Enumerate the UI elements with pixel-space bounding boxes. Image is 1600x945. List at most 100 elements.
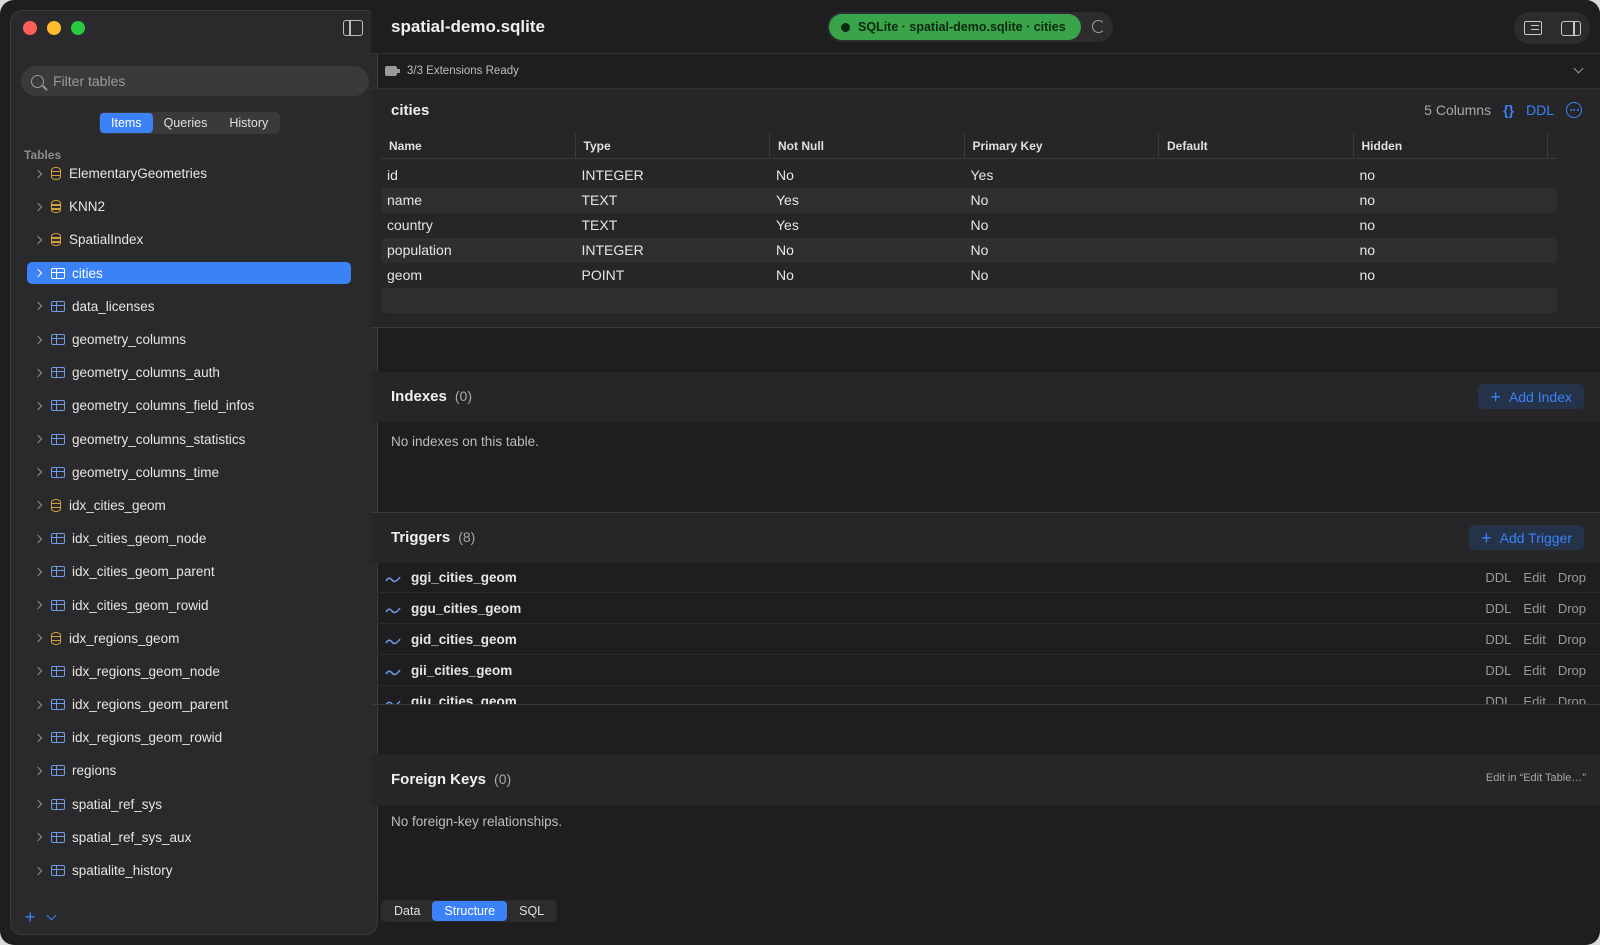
- sidebar-item-spatialite-history[interactable]: spatialite_history: [27, 854, 351, 887]
- sidebar-item-cities[interactable]: cities: [27, 257, 351, 290]
- sidebar-item-idx-regions-geom[interactable]: idx_regions_geom: [27, 622, 351, 655]
- chevron-down-icon[interactable]: [1573, 63, 1584, 74]
- connection-status-pill[interactable]: SQLite · spatial-demo.sqlite · cities: [829, 14, 1081, 40]
- sidebar-item-idx-regions-geom-node[interactable]: idx_regions_geom_node: [27, 655, 351, 688]
- zoom-window-button[interactable]: [71, 21, 85, 35]
- table-row[interactable]: name TEXT Yes No no: [381, 188, 1557, 213]
- trigger-row[interactable]: gid_cities_geom DDL Edit Drop: [371, 624, 1600, 655]
- sidebar-item-idx-cities-geom-node[interactable]: idx_cities_geom_node: [27, 522, 351, 555]
- add-icon[interactable]: +: [25, 908, 36, 926]
- tab-history[interactable]: History: [218, 113, 279, 133]
- drop-button[interactable]: Drop: [1558, 570, 1586, 585]
- sidebar-toggle-icon[interactable]: [343, 20, 363, 36]
- column-header-name[interactable]: Name: [381, 133, 576, 158]
- ddl-button[interactable]: DDL: [1485, 632, 1511, 647]
- tab-structure[interactable]: Structure: [432, 901, 508, 921]
- chevron-right-icon[interactable]: [33, 401, 43, 411]
- empty-add-row[interactable]: [381, 288, 1557, 313]
- sidebar-item-idx-regions-geom-parent[interactable]: idx_regions_geom_parent: [27, 688, 351, 721]
- table-row[interactable]: geom POINT No No no: [381, 263, 1557, 288]
- add-index-button[interactable]: + Add Index: [1478, 384, 1584, 409]
- chevron-right-icon[interactable]: [33, 766, 43, 776]
- json-braces-icon[interactable]: {}: [1503, 102, 1514, 118]
- sidebar-item-data-licenses[interactable]: data_licenses: [27, 290, 351, 323]
- trigger-row[interactable]: giu_cities_geom DDL Edit Drop: [371, 686, 1600, 704]
- filter-tables-input[interactable]: [53, 73, 343, 89]
- chevron-right-icon[interactable]: [33, 633, 43, 643]
- sidebar-item-idx-regions-geom-rowid[interactable]: idx_regions_geom_rowid: [27, 721, 351, 754]
- chevron-right-icon[interactable]: [33, 335, 43, 344]
- chevron-right-icon[interactable]: [33, 833, 43, 842]
- edit-button[interactable]: Edit: [1523, 663, 1545, 678]
- ddl-button[interactable]: DDL: [1526, 102, 1554, 118]
- sidebar-item-spatialindex[interactable]: SpatialIndex: [27, 223, 351, 256]
- chevron-right-icon[interactable]: [33, 368, 43, 377]
- ddl-button[interactable]: DDL: [1485, 663, 1511, 678]
- chevron-right-icon[interactable]: [33, 866, 43, 875]
- edit-button[interactable]: Edit: [1523, 632, 1545, 647]
- sidebar-item-spatial-ref-sys-aux[interactable]: spatial_ref_sys_aux: [27, 821, 351, 854]
- chevron-right-icon[interactable]: [33, 202, 43, 212]
- sidebar-item-idx-cities-geom-rowid[interactable]: idx_cities_geom_rowid: [27, 588, 351, 621]
- drop-button[interactable]: Drop: [1558, 601, 1586, 616]
- close-window-button[interactable]: [23, 21, 37, 35]
- tab-sql[interactable]: SQL: [507, 901, 556, 921]
- sidebar-item-spatial-ref-sys[interactable]: spatial_ref_sys: [27, 788, 351, 821]
- inspector-toggle-icon[interactable]: [1560, 20, 1581, 36]
- sidebar-item-knn2[interactable]: KNN2: [27, 190, 351, 223]
- table-row[interactable]: population INTEGER No No no: [381, 238, 1557, 263]
- chevron-down-icon[interactable]: [46, 910, 56, 920]
- tab-queries[interactable]: Queries: [153, 113, 219, 133]
- chevron-right-icon[interactable]: [33, 501, 43, 510]
- column-header-hidden[interactable]: Hidden: [1354, 133, 1548, 158]
- table-row[interactable]: id INTEGER No Yes no: [381, 163, 1557, 188]
- add-trigger-button[interactable]: + Add Trigger: [1469, 525, 1584, 550]
- query-list-icon[interactable]: [1523, 21, 1542, 35]
- chevron-right-icon[interactable]: [33, 567, 43, 577]
- chevron-right-icon[interactable]: [33, 235, 43, 245]
- chevron-right-icon[interactable]: [33, 733, 43, 743]
- column-header-primary-key[interactable]: Primary Key: [965, 133, 1159, 158]
- minimize-window-button[interactable]: [47, 21, 61, 35]
- chevron-right-icon[interactable]: [33, 302, 43, 311]
- sidebar-item-regions[interactable]: regions: [27, 754, 351, 787]
- ddl-button[interactable]: DDL: [1485, 601, 1511, 616]
- sidebar-item-elementarygeometries[interactable]: ElementaryGeometries: [27, 157, 351, 190]
- tab-data[interactable]: Data: [382, 901, 432, 921]
- sidebar-item-geometry-columns-statistics[interactable]: geometry_columns_statistics: [27, 423, 351, 456]
- chevron-right-icon[interactable]: [33, 169, 43, 178]
- more-options-icon[interactable]: [1566, 102, 1582, 118]
- column-header-default[interactable]: Default: [1159, 133, 1354, 158]
- tab-items[interactable]: Items: [100, 113, 153, 133]
- chevron-right-icon[interactable]: [33, 434, 43, 444]
- drop-button[interactable]: Drop: [1558, 663, 1586, 678]
- trigger-row[interactable]: ggu_cities_geom DDL Edit Drop: [371, 593, 1600, 624]
- sidebar-item-idx-cities-geom-parent[interactable]: idx_cities_geom_parent: [27, 555, 351, 588]
- sidebar-item-idx-cities-geom[interactable]: idx_cities_geom: [27, 489, 351, 522]
- sidebar-item-geometry-columns-time[interactable]: geometry_columns_time: [27, 456, 351, 489]
- drop-button[interactable]: Drop: [1558, 632, 1586, 647]
- column-header-type[interactable]: Type: [576, 133, 770, 158]
- chevron-right-icon[interactable]: [33, 667, 43, 676]
- drop-button[interactable]: Drop: [1558, 694, 1586, 705]
- sidebar-item-geometry-columns-auth[interactable]: geometry_columns_auth: [27, 356, 351, 389]
- chevron-right-icon[interactable]: [33, 468, 43, 477]
- column-header-not-null[interactable]: Not Null: [770, 133, 965, 158]
- chevron-right-icon[interactable]: [33, 700, 43, 709]
- trigger-row[interactable]: gii_cities_geom DDL Edit Drop: [371, 655, 1600, 686]
- edit-in-edit-table-link[interactable]: Edit in “Edit Table…”: [1486, 772, 1586, 784]
- chevron-right-icon[interactable]: [33, 534, 43, 543]
- edit-button[interactable]: Edit: [1523, 570, 1545, 585]
- edit-button[interactable]: Edit: [1523, 601, 1545, 616]
- ddl-button[interactable]: DDL: [1485, 694, 1511, 705]
- table-row[interactable]: country TEXT Yes No no: [381, 213, 1557, 238]
- extensions-bar[interactable]: 3/3 Extensions Ready: [371, 55, 1600, 87]
- sidebar-item-geometry-columns-field-infos[interactable]: geometry_columns_field_infos: [27, 389, 351, 422]
- refresh-icon[interactable]: [1092, 20, 1105, 33]
- trigger-row[interactable]: ggi_cities_geom DDL Edit Drop: [371, 562, 1600, 593]
- chevron-right-icon[interactable]: [33, 600, 43, 610]
- chevron-right-icon[interactable]: [33, 799, 43, 809]
- sidebar-item-geometry-columns[interactable]: geometry_columns: [27, 323, 351, 356]
- edit-button[interactable]: Edit: [1523, 694, 1545, 705]
- ddl-button[interactable]: DDL: [1485, 570, 1511, 585]
